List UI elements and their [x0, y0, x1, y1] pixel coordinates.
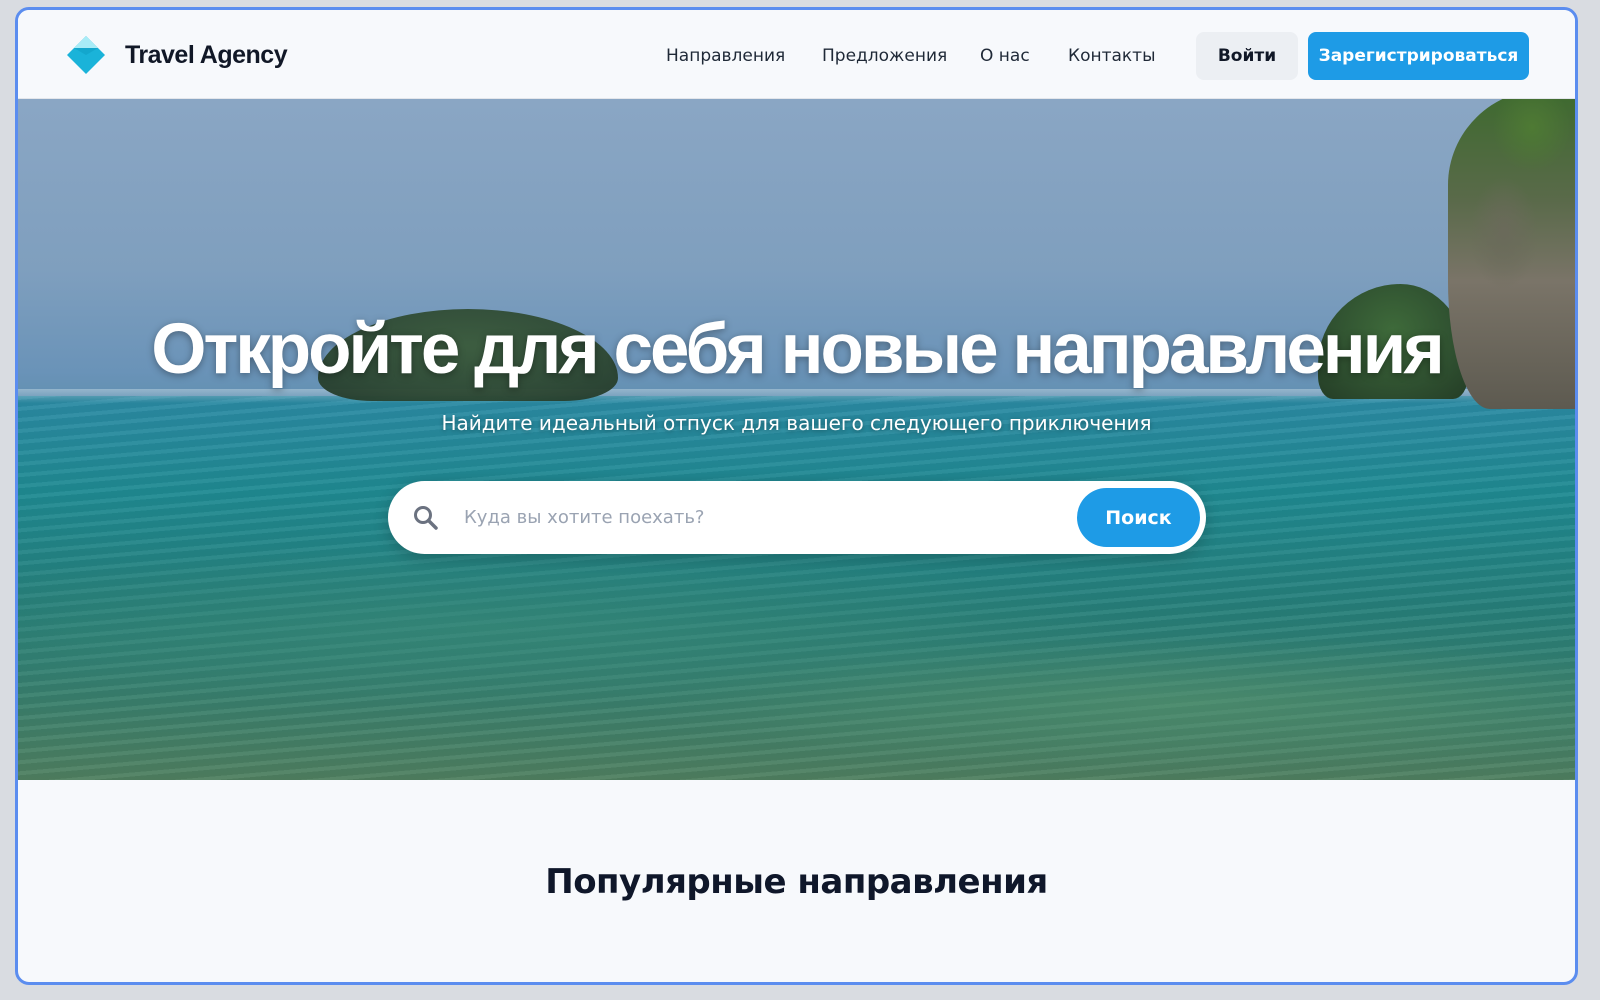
section-title-popular: Популярные направления [545, 862, 1048, 902]
hero-title: Откройте для себя новые направления [151, 310, 1445, 389]
nav-item-destinations[interactable]: Направления [666, 46, 785, 66]
brand-name[interactable]: Travel Agency [125, 41, 288, 70]
search-icon [414, 506, 438, 530]
hero-background-sea [18, 396, 1575, 780]
search-button[interactable]: Поиск [1077, 488, 1200, 547]
search-input[interactable] [464, 493, 1044, 541]
site-header: Travel Agency Направления Предложения О … [18, 10, 1575, 99]
browser-frame: Travel Agency Направления Предложения О … [15, 7, 1578, 985]
diamond-logo-icon[interactable] [66, 35, 106, 75]
nav-item-offers[interactable]: Предложения [822, 46, 947, 66]
hero-subtitle: Найдите идеальный отпуск для вашего след… [441, 411, 1152, 435]
search-bar: Поиск [388, 481, 1206, 554]
hero-section: Откройте для себя новые направления Найд… [18, 99, 1575, 780]
register-button[interactable]: Зарегистрироваться [1308, 32, 1529, 80]
nav-item-about[interactable]: О нас [980, 46, 1030, 66]
nav-item-contacts[interactable]: Контакты [1068, 46, 1156, 66]
login-button[interactable]: Войти [1196, 32, 1298, 80]
